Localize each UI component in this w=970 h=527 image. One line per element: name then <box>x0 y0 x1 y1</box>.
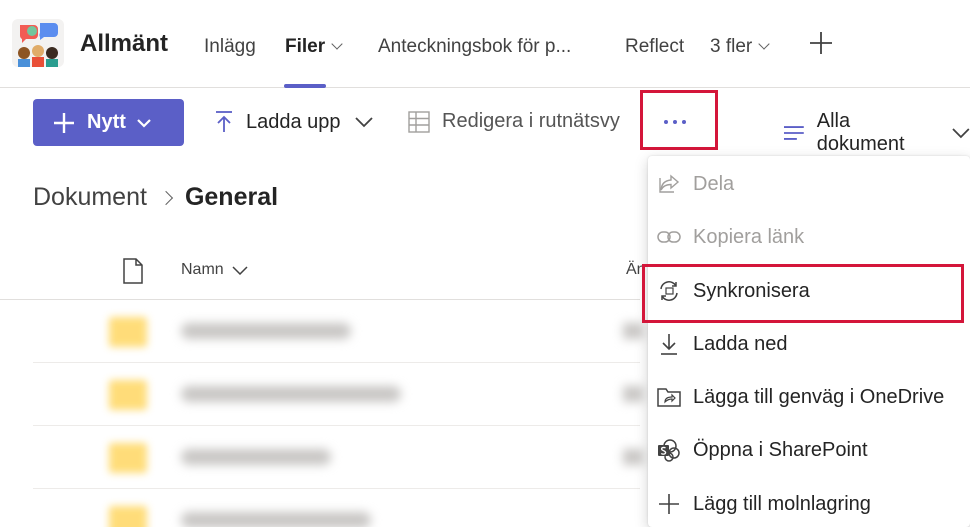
menu-item-share[interactable]: Dela <box>648 158 970 210</box>
channel-header: Allmänt Inlägg Filer Anteckningsbok för … <box>0 0 970 88</box>
file-table-header: Namn Än <box>0 248 646 300</box>
folder-icon <box>109 443 147 473</box>
grid-icon <box>408 110 430 133</box>
shortcut-icon <box>657 385 681 409</box>
breadcrumb: Dokument General <box>33 183 278 212</box>
column-name-label: Namn <box>181 261 224 278</box>
blurred-modified <box>623 449 643 465</box>
sync-highlight <box>642 264 964 323</box>
upload-button[interactable]: Ladda upp <box>214 110 373 134</box>
more-icon <box>664 120 686 124</box>
menu-item-label: Dela <box>693 172 735 195</box>
new-button[interactable]: Nytt <box>33 99 184 146</box>
chevron-down-icon <box>232 266 248 275</box>
blurred-modified <box>623 386 643 402</box>
view-selector[interactable]: Alla dokument <box>783 110 970 156</box>
share-icon <box>657 172 681 196</box>
add-tab-icon[interactable] <box>808 30 834 56</box>
blurred-filename <box>181 386 401 402</box>
menu-item-copy-link[interactable]: Kopiera länk <box>648 211 970 263</box>
upload-icon <box>216 111 232 132</box>
table-row[interactable] <box>33 427 643 489</box>
file-type-icon[interactable] <box>122 258 144 284</box>
view-selector-label: Alla dokument <box>816 110 905 155</box>
menu-item-add-shortcut[interactable]: Lägga till genväg i OneDrive <box>648 371 970 423</box>
menu-item-open-sharepoint[interactable]: Öppna i SharePoint <box>648 424 970 476</box>
chevron-right-icon <box>158 190 174 205</box>
tab-files-label: Filer <box>285 36 326 57</box>
folder-icon <box>109 317 147 347</box>
breadcrumb-current: General <box>184 183 279 211</box>
chevron-down-icon <box>354 117 373 128</box>
plus-icon <box>657 492 681 516</box>
team-name: Allmänt <box>80 30 169 57</box>
column-name[interactable]: Namn <box>181 261 248 279</box>
tab-more[interactable]: 3 fler <box>710 36 770 58</box>
menu-item-label: Lägg till molnlagring <box>693 492 871 515</box>
folder-icon <box>109 506 147 527</box>
table-row[interactable] <box>33 364 643 426</box>
breadcrumb-root[interactable]: Dokument <box>33 183 147 212</box>
sharepoint-icon <box>657 438 681 462</box>
edit-grid-view-label: Redigera i rutnätsvy <box>442 110 620 132</box>
tab-more-label: 3 fler <box>710 36 753 57</box>
chevron-down-icon <box>952 128 970 139</box>
menu-item-label: Öppna i SharePoint <box>693 438 868 461</box>
blurred-filename <box>181 512 371 527</box>
chevron-down-icon <box>331 38 343 50</box>
download-icon <box>657 332 681 356</box>
chevron-down-icon <box>758 38 770 50</box>
blurred-filename <box>181 449 331 465</box>
link-icon <box>657 225 681 249</box>
tab-reflect[interactable]: Reflect <box>625 36 684 58</box>
menu-item-label: Ladda ned <box>693 332 788 355</box>
active-tab-indicator <box>284 84 326 88</box>
menu-item-label: Kopiera länk <box>693 225 805 248</box>
menu-item-label: Lägga till genväg i OneDrive <box>693 385 945 408</box>
plus-icon <box>54 112 74 133</box>
upload-label: Ladda upp <box>246 110 341 133</box>
tab-notebook[interactable]: Anteckningsbok för p... <box>378 36 571 58</box>
table-row[interactable] <box>33 490 640 527</box>
edit-grid-view-button[interactable]: Redigera i rutnätsvy <box>408 110 620 133</box>
tab-files[interactable]: Filer <box>285 36 343 58</box>
folder-icon <box>109 380 147 410</box>
team-avatar-icon[interactable] <box>12 19 64 67</box>
new-button-label: Nytt <box>87 111 126 133</box>
blurred-modified <box>623 323 643 339</box>
list-view-icon <box>783 126 804 140</box>
chevron-down-icon <box>137 118 151 128</box>
tab-posts[interactable]: Inlägg <box>204 36 256 58</box>
menu-item-add-cloud-storage[interactable]: Lägg till molnlagring <box>648 478 970 527</box>
menu-item-download[interactable]: Ladda ned <box>648 318 970 370</box>
table-row[interactable] <box>33 301 643 363</box>
more-options-menu: Dela Kopiera länk Synkronisera Ladda ned… <box>648 156 970 527</box>
blurred-filename <box>181 323 351 339</box>
